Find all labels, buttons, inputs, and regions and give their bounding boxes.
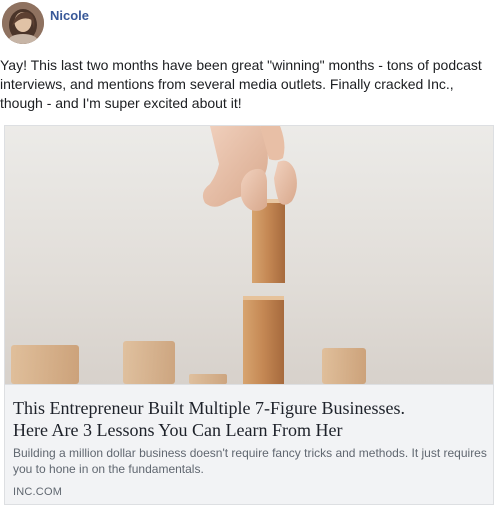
article-image[interactable] bbox=[5, 126, 493, 384]
article-title-line-2: Here Are 3 Lessons You Can Learn From He… bbox=[13, 420, 343, 440]
article-description: Building a million dollar business doesn… bbox=[13, 446, 487, 476]
article-domain: INC.COM bbox=[13, 486, 63, 498]
avatar[interactable] bbox=[2, 2, 44, 44]
author-name[interactable]: Nicole bbox=[50, 8, 89, 23]
post-message: Yay! This last two months have been grea… bbox=[0, 57, 482, 111]
link-preview-card[interactable]: This Entrepreneur Built Multiple 7-Figur… bbox=[4, 125, 494, 505]
article-title[interactable]: This Entrepreneur Built Multiple 7-Figur… bbox=[13, 397, 487, 441]
post-header: Nicole bbox=[0, 0, 500, 48]
social-post: Nicole Yay! This last two months have be… bbox=[0, 0, 500, 518]
link-meta: This Entrepreneur Built Multiple 7-Figur… bbox=[5, 384, 493, 504]
article-title-line-1: This Entrepreneur Built Multiple 7-Figur… bbox=[13, 398, 405, 418]
